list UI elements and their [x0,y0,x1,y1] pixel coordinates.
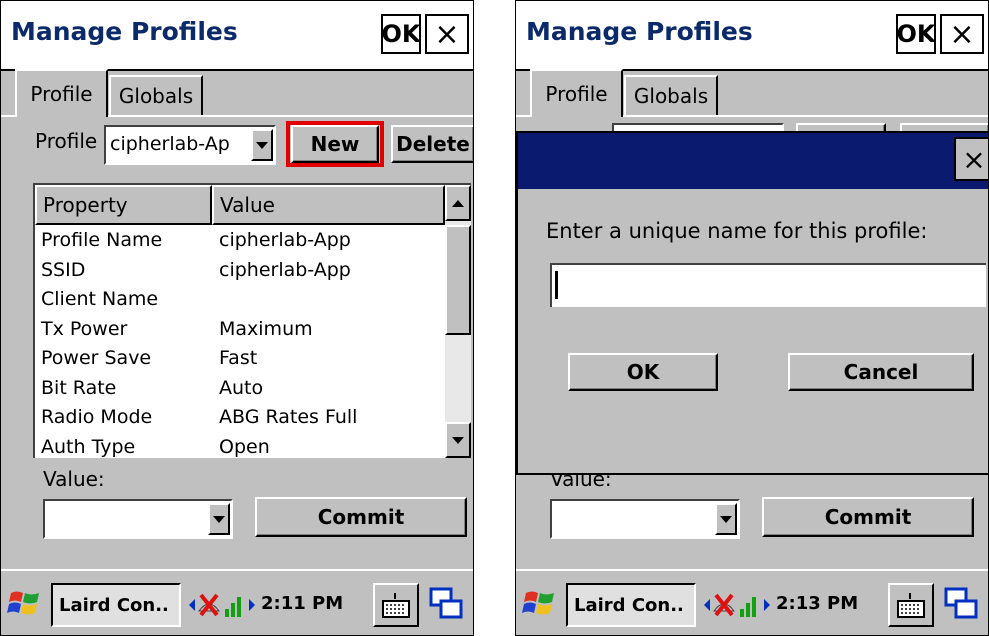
new-profile-dialog: × Enter a unique name for this profile: … [516,131,988,475]
dialog-ok-button[interactable]: OK [568,353,718,391]
clock[interactable]: 2:11 PM [261,593,343,614]
screen-left: Manage Profiles OK × Profile Globals Pro… [0,0,474,636]
table-row[interactable]: Profile Name cipherlab-App [35,227,445,257]
taskbar: Laird Con.. 2:13 PM [516,569,988,635]
screen-right: Manage Profiles OK × Profile Globals × E… [515,0,989,636]
scroll-up-icon[interactable] [445,185,471,221]
profile-name-input[interactable] [550,263,986,307]
ok-button[interactable]: OK [381,14,421,54]
table-row[interactable]: SSID cipherlab-App [35,257,445,287]
table-row[interactable]: Tx Power Maximum [35,316,445,346]
table-row[interactable]: Power Save Fast [35,345,445,375]
window-title: Manage Profiles [11,17,238,46]
commit-button[interactable]: Commit [255,497,467,537]
delete-button[interactable]: Delete [391,125,473,163]
window-title: Manage Profiles [526,17,753,46]
title-bar: Manage Profiles OK × [516,1,988,71]
profile-label: Profile [35,129,98,153]
table-row[interactable]: Radio Mode ABG Rates Full [35,404,445,434]
close-button[interactable]: × [425,14,469,54]
tab-profile[interactable]: Profile [15,69,108,117]
chevron-down-icon[interactable] [251,129,273,161]
chevron-down-icon[interactable] [208,503,230,535]
new-button-highlight [286,121,384,167]
window-switch-icon[interactable] [944,587,980,623]
window-switch-icon[interactable] [429,587,465,623]
taskbar: Laird Con.. 2:11 PM [1,569,473,635]
tab-globals[interactable]: Globals [109,75,203,115]
dialog-prompt: Enter a unique name for this profile: [546,219,928,243]
network-status-icon[interactable] [187,589,257,621]
table-row[interactable]: Client Name [35,286,445,316]
value-label: Value: [43,467,105,491]
close-button[interactable]: × [940,14,984,54]
text-caret [555,271,558,299]
commit-button[interactable]: Commit [762,497,974,537]
property-list[interactable]: Property Value Profile Name cipherlab-App… [33,183,471,458]
dialog-title-bar [518,133,988,189]
value-dropdown[interactable] [43,499,233,539]
vertical-scrollbar[interactable] [445,185,471,458]
column-header-property[interactable]: Property [35,185,212,225]
clock[interactable]: 2:13 PM [776,593,858,614]
windows-start-icon[interactable] [522,585,558,621]
dialog-cancel-button[interactable]: Cancel [788,353,974,391]
dialog-close-button[interactable]: × [954,137,988,181]
keyboard-icon[interactable] [888,583,934,627]
task-laird-button[interactable]: Laird Con.. [51,583,181,627]
title-bar: Manage Profiles OK × [1,1,473,71]
ok-button[interactable]: OK [896,14,936,54]
windows-start-icon[interactable] [7,585,43,621]
keyboard-icon[interactable] [373,583,419,627]
chevron-down-icon[interactable] [715,503,737,535]
scroll-down-icon[interactable] [445,422,471,458]
column-header-value[interactable]: Value [212,185,445,225]
value-dropdown[interactable] [550,499,740,539]
task-laird-button[interactable]: Laird Con.. [566,583,696,627]
list-rows: Profile Name cipherlab-App SSID cipherlab-… [35,227,445,458]
tab-profile[interactable]: Profile [530,69,623,117]
profile-dropdown-value: cipherlab-Ap [110,133,230,155]
scrollbar-thumb[interactable] [445,225,471,335]
table-row[interactable]: Bit Rate Auto [35,375,445,405]
profile-dropdown[interactable]: cipherlab-Ap [104,125,276,165]
network-status-icon[interactable] [702,589,772,621]
tab-globals[interactable]: Globals [624,75,718,115]
table-row[interactable]: Auth Type Open [35,434,445,459]
